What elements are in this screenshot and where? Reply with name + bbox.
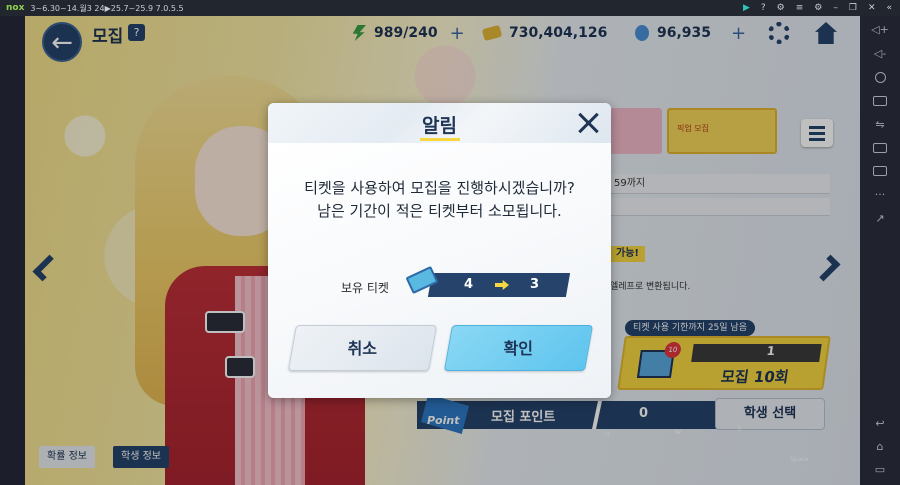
android-nav: ↩ ⌂ ▭ — [875, 418, 885, 475]
screenshot-icon[interactable] — [873, 96, 887, 106]
sidebar-toggle-icon[interactable]: « — [886, 3, 892, 13]
chat-icon[interactable] — [873, 166, 887, 176]
keyboard-icon[interactable] — [873, 143, 887, 153]
volume-up-icon[interactable]: ◁+ — [871, 24, 889, 35]
dialog-message-line1: 티켓을 사용하여 모집을 진행하시겠습니까? — [304, 179, 575, 197]
cancel-button-label: 취소 — [347, 339, 378, 358]
back-nav-icon[interactable]: ↩ — [875, 418, 884, 429]
volume-down-icon[interactable]: ◁- — [874, 48, 886, 59]
external-link-icon[interactable]: ↗ — [875, 213, 884, 224]
dialog-header: 알림 — [268, 103, 611, 143]
emulator-titlebar: nox 3~6.30~14.월3 24▶25.7~25.9 7.0.5.5 ▶ … — [0, 0, 900, 16]
close-icon[interactable] — [577, 111, 601, 135]
confirm-dialog: 알림 티켓을 사용하여 모집을 진행하시겠습니까? 남은 기간이 적은 티켓부터… — [268, 103, 611, 398]
cancel-button[interactable]: 취소 — [287, 325, 438, 371]
emulator-logo: nox — [6, 3, 25, 13]
dialog-body: 티켓을 사용하여 모집을 진행하시겠습니까? 남은 기간이 적은 티켓부터 소모… — [268, 143, 611, 398]
more-icon[interactable]: ··· — [875, 189, 886, 200]
ticket-count-before: 4 — [464, 277, 474, 292]
confirm-button[interactable]: 확인 — [443, 325, 594, 371]
held-ticket-label: 보유 티켓 — [341, 281, 389, 295]
emulator-sidebar: ◁+ ◁- ⇋ ··· ↗ ↩ ⌂ ▭ — [860, 16, 900, 485]
window-controls: ▶ ? ⚙ ≡ ⚙ – ❐ ✕ « — [743, 0, 892, 16]
restore-icon[interactable]: ❐ — [849, 3, 857, 13]
play-store-icon[interactable]: ▶ — [743, 3, 750, 13]
minimize-icon[interactable]: – — [833, 3, 838, 13]
recent-apps-icon[interactable]: ▭ — [875, 464, 885, 475]
home-nav-icon[interactable]: ⌂ — [877, 441, 884, 452]
menu-icon[interactable]: ≡ — [796, 3, 804, 13]
settings-icon[interactable]: ⚙ — [777, 3, 785, 13]
dialog-message: 티켓을 사용하여 모집을 진행하시겠습니까? 남은 기간이 적은 티켓부터 소모… — [268, 177, 611, 223]
dialog-message-line2: 남은 기간이 적은 티켓부터 소모됩니다. — [317, 202, 562, 220]
emulator-window-title: 3~6.30~14.월3 24▶25.7~25.9 7.0.5.5 — [30, 3, 184, 13]
rotate-icon[interactable] — [874, 72, 886, 83]
confirm-button-label: 확인 — [503, 339, 534, 358]
title-underline — [420, 138, 460, 141]
sync-icon[interactable]: ⇋ — [875, 119, 884, 130]
screen: nox 3~6.30~14.월3 24▶25.7~25.9 7.0.5.5 ▶ … — [0, 0, 900, 485]
dialog-title: 알림 — [422, 115, 457, 137]
close-window-icon[interactable]: ✕ — [868, 3, 876, 13]
help-circle-icon[interactable]: ? — [761, 3, 766, 13]
ticket-count-after: 3 — [530, 277, 540, 292]
settings-gear-icon[interactable]: ⚙ — [814, 3, 822, 13]
